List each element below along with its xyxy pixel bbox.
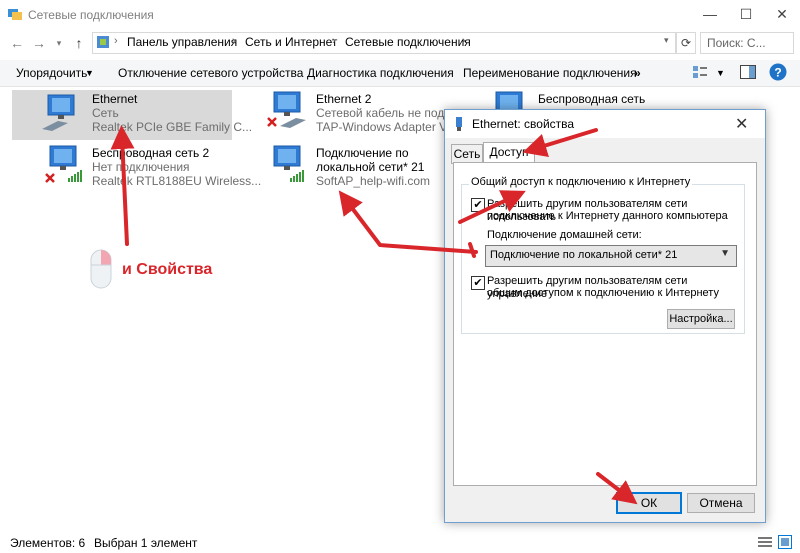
- diagnose-button[interactable]: Диагностика подключения: [307, 66, 454, 80]
- help-icon[interactable]: ?: [769, 63, 787, 81]
- allow-control-label-2: общим доступом к подключению к Интернету: [487, 287, 719, 299]
- connection-ethernet-2[interactable]: Ethernet 2 Сетевой кабель не подкл... TA…: [266, 90, 467, 140]
- connection-name: Ethernet: [92, 92, 138, 106]
- mouse-icon: [90, 249, 112, 289]
- connection-status: Нет подключения: [92, 160, 190, 174]
- home-network-label: Подключение домашней сети:: [487, 229, 642, 241]
- connection-name: Беспроводная сеть 2: [92, 146, 210, 160]
- breadcrumb-control-panel[interactable]: Панель управления: [127, 35, 237, 49]
- connection-wireless-2[interactable]: Беспроводная сеть 2 Нет подключения Real…: [42, 144, 261, 194]
- breadcrumb-separator-icon: ›: [332, 35, 336, 47]
- organize-dropdown-icon[interactable]: ▼: [85, 68, 94, 78]
- properties-dialog: Ethernet: свойства ✕ Сеть Доступ Общий д…: [444, 109, 766, 523]
- breadcrumb-network-connections[interactable]: Сетевые подключения: [345, 35, 471, 49]
- wireless-adapter-icon: [45, 145, 82, 183]
- rename-button[interactable]: Переименование подключения: [463, 66, 637, 80]
- forward-icon[interactable]: →: [30, 34, 48, 52]
- item-count: Элементов: 6: [10, 536, 86, 550]
- preview-pane-icon[interactable]: [740, 65, 756, 79]
- search-placeholder: Поиск: С...: [707, 36, 766, 50]
- connection-adapter: Realtek PCIe GBE Family C...: [92, 120, 253, 134]
- selection-count: Выбран 1 элемент: [94, 536, 198, 550]
- maximize-button[interactable]: ☐: [728, 0, 764, 30]
- recent-locations-icon[interactable]: ▾: [50, 34, 68, 52]
- title-bar: Сетевые подключения — ☐ ✕: [0, 0, 800, 30]
- allow-sharing-label-2: подключение к Интернету данного компьюте…: [487, 210, 728, 222]
- close-button[interactable]: ✕: [764, 0, 800, 30]
- connection-status: локальной сети* 21: [316, 160, 425, 174]
- minimize-button[interactable]: —: [692, 0, 728, 30]
- network-adapter-icon: [42, 94, 75, 131]
- status-bar: Элементов: 6 Выбран 1 элемент: [0, 530, 800, 553]
- details-view-icon[interactable]: [758, 536, 772, 548]
- network-connections-icon: [8, 9, 22, 20]
- chevron-down-icon: ▼: [720, 248, 730, 259]
- wireless-adapter-icon: [273, 145, 304, 182]
- allow-control-checkbox[interactable]: ✔: [471, 276, 485, 290]
- tab-sharing[interactable]: Доступ: [483, 142, 535, 164]
- view-options-icon[interactable]: [692, 64, 708, 80]
- connection-adapter: Realtek RTL8188EU Wireless...: [92, 174, 262, 188]
- network-adapter-icon: [267, 91, 306, 128]
- connection-local-21[interactable]: Подключение по локальной сети* 21 SoftAP…: [266, 144, 436, 194]
- tab-network[interactable]: Сеть: [451, 144, 483, 164]
- up-icon[interactable]: ↑: [70, 34, 88, 52]
- breadcrumb-separator-icon: ›: [462, 35, 466, 47]
- dialog-title-bar: Ethernet: свойства ✕: [445, 110, 765, 138]
- search-input[interactable]: Поиск: С...: [700, 32, 794, 54]
- breadcrumb-network-internet[interactable]: Сеть и Интернет: [245, 35, 337, 49]
- back-icon[interactable]: ←: [8, 34, 26, 52]
- ics-group-label: Общий доступ к подключению к Интернету: [469, 176, 693, 188]
- dialog-close-icon[interactable]: ✕: [735, 114, 748, 134]
- connection-name: Беспроводная сеть: [538, 92, 646, 106]
- breadcrumb-separator-icon: ›: [114, 35, 118, 47]
- connection-ethernet[interactable]: Ethernet Сеть Realtek PCIe GBE Family C.…: [12, 90, 252, 140]
- more-commands-button[interactable]: »: [634, 66, 641, 80]
- ok-button[interactable]: ОК: [616, 492, 682, 514]
- connection-name: Ethernet 2: [316, 92, 372, 106]
- connection-adapter: TAP-Windows Adapter V9: [316, 120, 454, 134]
- view-dropdown-icon[interactable]: ▼: [716, 68, 725, 78]
- network-adapter-icon: [456, 117, 462, 131]
- cancel-button[interactable]: Отмена: [687, 493, 755, 513]
- control-panel-icon: [97, 36, 109, 48]
- organize-button[interactable]: Упорядочить: [16, 66, 87, 80]
- svg-text:?: ?: [774, 66, 781, 80]
- connection-wireless[interactable]: Беспроводная сеть: [488, 90, 658, 113]
- connection-status: Сеть: [92, 106, 119, 120]
- large-icons-view-icon[interactable]: [778, 535, 792, 549]
- home-network-value: Подключение по локальной сети* 21: [490, 249, 678, 261]
- dialog-title: Ethernet: свойства: [472, 117, 575, 131]
- address-dropdown-icon[interactable]: ▾: [664, 35, 669, 46]
- breadcrumb-separator-icon: ›: [232, 35, 236, 47]
- annotation-label: и Свойства: [122, 261, 213, 278]
- connection-name: Подключение по: [316, 146, 409, 160]
- refresh-button[interactable]: ⟳: [676, 32, 696, 54]
- window-title: Сетевые подключения: [28, 8, 154, 22]
- allow-sharing-checkbox[interactable]: ✔: [471, 198, 485, 212]
- home-network-select[interactable]: Подключение по локальной сети* 21 ▼: [485, 245, 737, 267]
- connection-adapter: SoftAP_help-wifi.com: [316, 174, 431, 188]
- settings-button[interactable]: Настройка...: [667, 309, 735, 329]
- disable-device-button[interactable]: Отключение сетевого устройства: [118, 66, 303, 80]
